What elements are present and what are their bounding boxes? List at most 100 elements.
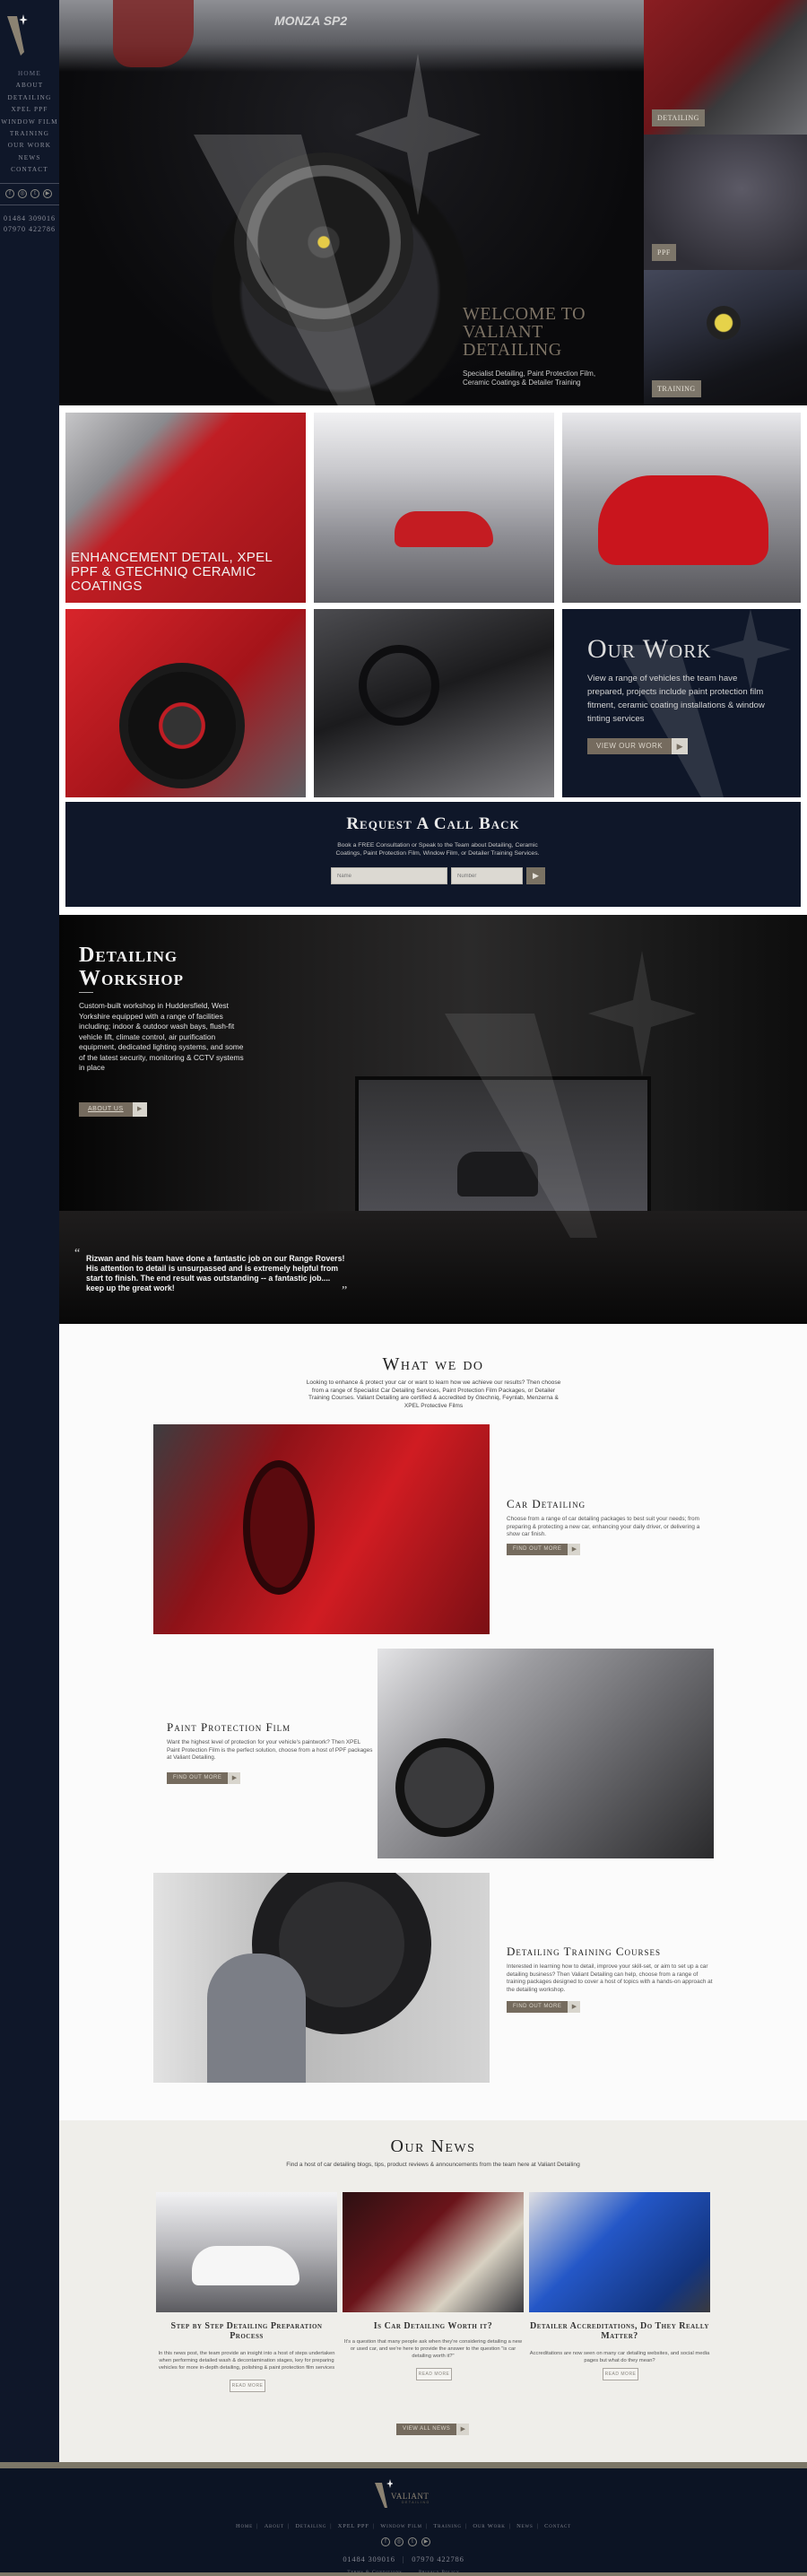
callback-text: Book a FREE Consultation or Speak to the… <box>308 841 568 857</box>
button-label: About Us <box>79 1102 133 1117</box>
workshop-title-line: Workshop <box>79 967 185 990</box>
sidebar-nav-detailing[interactable]: Detailing <box>0 92 59 104</box>
car-image <box>395 511 493 547</box>
news-image[interactable] <box>343 2192 524 2312</box>
hero-car-badge: MONZA SP2 <box>274 13 348 28</box>
read-more-button[interactable]: Read More <box>416 2368 452 2380</box>
button-label: View All News <box>396 2424 457 2435</box>
nav-separator: | <box>425 2523 428 2529</box>
training-tile[interactable]: Training <box>644 270 807 405</box>
callback-submit-button[interactable]: ▶ <box>526 867 545 884</box>
polisher-image <box>707 306 741 340</box>
training-image[interactable] <box>153 1873 490 2083</box>
phone-number[interactable]: 07970 422786 <box>412 2554 464 2563</box>
ppf-find-out-more-button[interactable]: Find Out More ▶ <box>167 1772 241 1784</box>
footer-nav-contact[interactable]: Contact <box>541 2523 575 2529</box>
play-arrow-icon: ▶ <box>228 1772 241 1784</box>
hero-title-line: Valiant <box>463 322 543 342</box>
news-text: Find a host of car detailing blogs, tips… <box>286 2162 580 2168</box>
youtube-icon[interactable]: ▶ <box>43 189 52 198</box>
button-label: Find Out More <box>507 2001 568 2013</box>
about-us-button[interactable]: About Us ▶ <box>79 1102 147 1117</box>
workshop-title: Detailing Workshop <box>79 944 184 990</box>
ppf-tile-label[interactable]: PPF <box>652 244 676 261</box>
footer-logo[interactable]: VALIANT DETAILING <box>375 2479 447 2511</box>
ppf-image[interactable] <box>377 1649 714 1858</box>
youtube-icon[interactable]: ▶ <box>421 2537 430 2546</box>
valiant-logo-icon[interactable] <box>7 13 34 56</box>
facebook-icon[interactable]: f <box>381 2537 390 2546</box>
phone-number[interactable]: 01484 309016 <box>0 213 59 224</box>
sidebar-nav-window-film[interactable]: Window Film <box>0 117 59 128</box>
steering-wheel-image <box>359 645 439 726</box>
view-our-work-button[interactable]: View Our Work ▶ <box>587 738 689 754</box>
sidebar-nav-news[interactable]: News <box>0 152 59 164</box>
detailing-tile-label[interactable]: Detailing <box>652 109 705 126</box>
news-section: Our News Find a host of car detailing bl… <box>59 2120 807 2462</box>
footer-nav-about[interactable]: About <box>261 2523 288 2529</box>
footer-nav-training[interactable]: Training <box>430 2523 464 2529</box>
nav-separator: | <box>256 2523 259 2529</box>
gallery-image[interactable] <box>65 609 306 797</box>
read-more-button[interactable]: Read More <box>230 2380 265 2392</box>
footer-nav-window-film[interactable]: Window Film <box>377 2523 426 2529</box>
training-tile-label[interactable]: Training <box>652 380 701 397</box>
news-image[interactable] <box>529 2192 710 2312</box>
sidebar-nav-contact[interactable]: Contact <box>0 164 59 176</box>
instagram-icon[interactable]: ◎ <box>395 2537 404 2546</box>
callback-text-line: Coatings, Paint Protection Film, Window … <box>335 850 540 857</box>
gallery-image[interactable] <box>314 413 554 603</box>
training-find-out-more-button[interactable]: Find Out More ▶ <box>507 2001 581 2013</box>
car-detailing-image[interactable] <box>153 1424 490 1634</box>
nav-separator: | <box>287 2523 290 2529</box>
sidebar-nav-our-work[interactable]: Our Work <box>0 140 59 152</box>
footer-divider <box>0 2462 807 2468</box>
name-input[interactable] <box>331 867 447 884</box>
footer-nav-home[interactable]: Home <box>232 2523 256 2529</box>
car-detailing-title: Car Detailing <box>507 1497 586 1510</box>
gallery-image[interactable] <box>314 609 554 797</box>
footer-nav-news[interactable]: News <box>513 2523 536 2529</box>
wheel-image <box>395 1738 494 1837</box>
training-courses-title: Detailing Training Courses <box>507 1945 662 1958</box>
sidebar-nav-about[interactable]: About <box>0 80 59 91</box>
car-image <box>192 2246 299 2285</box>
our-work-panel: Our Work View a range of vehicles the te… <box>562 609 801 797</box>
button-label: View Our Work <box>587 738 672 754</box>
what-we-do-title: What we do <box>382 1354 484 1374</box>
nav-separator: | <box>536 2523 539 2529</box>
gallery-image[interactable] <box>562 413 801 603</box>
footer-nav: Home | About | Detailing | XPEL PPF | Window… <box>0 2523 807 2529</box>
news-post-title[interactable]: Detailer Accreditations, Do They Really … <box>529 2321 710 2341</box>
news-post-title[interactable]: Step by Step Detailing Preparation Proce… <box>156 2321 337 2341</box>
read-more-button[interactable]: Read More <box>603 2368 638 2380</box>
footer-nav-xpel-ppf[interactable]: XPEL PPF <box>334 2523 373 2529</box>
gallery-image[interactable]: Enhancement Detail, XPEL PPF & Gtechniq … <box>65 413 306 603</box>
footer-nav-our-work[interactable]: Our Work <box>469 2523 508 2529</box>
brand-tagline: DETAILING <box>402 2501 430 2504</box>
button-label: Find Out More <box>507 1544 568 1555</box>
news-post-excerpt: Accreditations are now seen on many car … <box>529 2351 710 2363</box>
phone-number[interactable]: 01484 309016 <box>343 2554 395 2563</box>
footer-nav-detailing[interactable]: Detailing <box>291 2523 330 2529</box>
ppf-tile[interactable]: PPF <box>644 135 807 270</box>
sidebar-nav-xpel-ppf[interactable]: XPEL PPF <box>0 104 59 116</box>
news-image[interactable] <box>156 2192 337 2312</box>
phone-number[interactable]: 07970 422786 <box>0 224 59 235</box>
watermark-v-icon <box>194 54 481 405</box>
tail-light-image <box>243 1460 315 1595</box>
facebook-icon[interactable]: f <box>5 189 14 198</box>
person-image <box>207 1954 306 2083</box>
car-detailing-find-out-more-button[interactable]: Find Out More ▶ <box>507 1544 581 1555</box>
sidebar-nav-training[interactable]: Training <box>0 128 59 140</box>
view-all-news-button[interactable]: View All News ▶ <box>396 2424 470 2435</box>
twitter-icon[interactable]: t <box>408 2537 417 2546</box>
workshop-section: Detailing Workshop Custom-built workshop… <box>59 915 807 1324</box>
number-input[interactable] <box>451 867 523 884</box>
instagram-icon[interactable]: ◎ <box>18 189 27 198</box>
twitter-icon[interactable]: t <box>30 189 39 198</box>
detailing-tile[interactable]: Detailing <box>644 0 807 135</box>
news-post-title[interactable]: Is Car Detailing Worth it? <box>343 2321 524 2331</box>
quote-open-icon: “ <box>74 1247 81 1260</box>
sidebar-nav-home[interactable]: Home <box>0 68 59 80</box>
